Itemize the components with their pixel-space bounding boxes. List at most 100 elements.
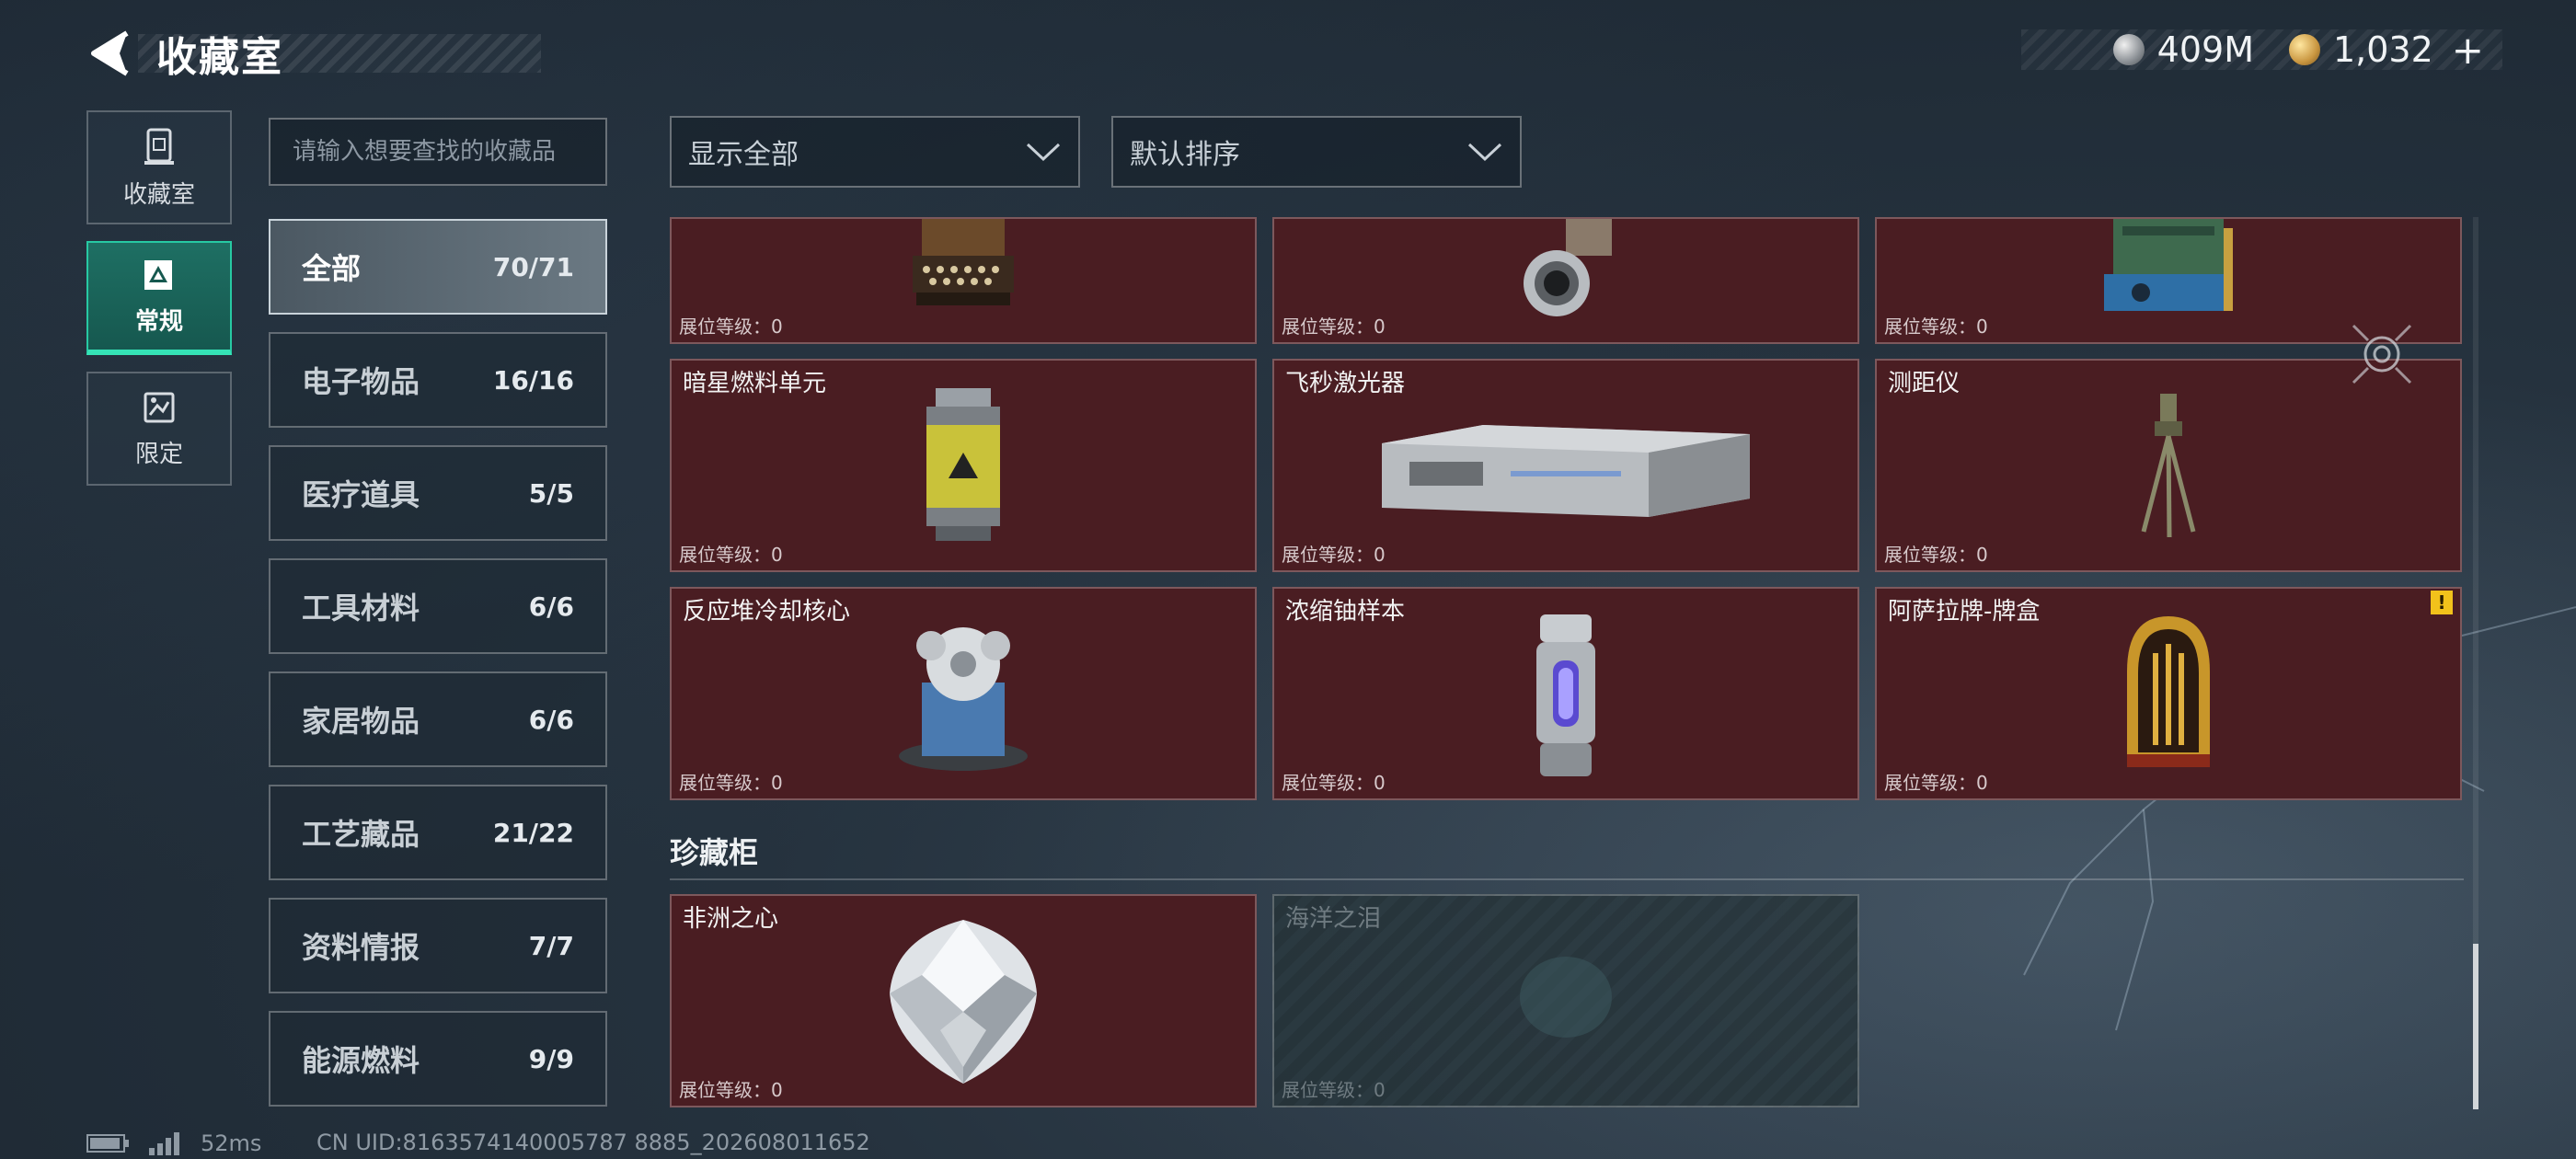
filter-show-value: 显示全部 (688, 139, 799, 171)
category-all[interactable]: 全部 70/71 (269, 219, 607, 315)
limited-icon (144, 392, 175, 422)
laser-case-icon (1382, 425, 1750, 517)
item-name: 反应堆冷却核心 (683, 598, 851, 625)
mode-tab-label: 限定 (134, 440, 183, 468)
currency-bar: 409M 1,032 + (2020, 28, 2502, 73)
category-crafts[interactable]: 工艺藏品 21/22 (269, 785, 607, 880)
silver-coin-icon (2112, 34, 2145, 65)
gold-currency-value: 1,032 (2333, 29, 2433, 70)
mode-tab-regular[interactable]: 常规 (86, 241, 232, 355)
crosshair-icon[interactable] (2352, 324, 2412, 384)
scroll-thumb[interactable] (2473, 944, 2478, 1109)
booth-level: 展位等级：0 (1884, 316, 1988, 338)
category-count: 6/6 (528, 591, 574, 622)
booth-level: 展位等级：0 (679, 316, 783, 338)
gold-coin-icon (2289, 34, 2320, 65)
category-count: 6/6 (528, 704, 574, 735)
chevron-down-icon (1026, 143, 1061, 162)
fuel-canister-icon (926, 388, 1000, 541)
booth-level: 展位等级：0 (1884, 772, 1988, 794)
diamond-icon (890, 920, 1037, 1084)
treasure-item-card[interactable]: 非洲之心 展位等级：0 (670, 894, 1257, 1107)
category-energy[interactable]: 能源燃料 9/9 (269, 1011, 607, 1107)
ping-value: 52ms (201, 1130, 262, 1156)
item-name: 飞秒激光器 (1285, 370, 1406, 397)
item-name: 浓缩铀样本 (1285, 598, 1406, 625)
add-currency-button[interactable]: + (2452, 28, 2484, 73)
category-name: 能源燃料 (302, 1043, 420, 1078)
category-name: 全部 (302, 251, 362, 286)
category-count: 9/9 (528, 1043, 574, 1074)
category-medical[interactable]: 医疗道具 5/5 (269, 445, 607, 541)
item-name: 阿萨拉牌-牌盒 (1888, 598, 2041, 625)
lens-device-icon (1524, 219, 1612, 316)
battery-icon (86, 1134, 129, 1153)
category-name: 电子物品 (302, 364, 420, 399)
item-name: 海洋之泪 (1285, 905, 1382, 933)
booth-level: 展位等级：0 (1282, 1079, 1386, 1101)
mode-tab-label: 收藏室 (122, 180, 195, 209)
item-card[interactable]: 阿萨拉牌-牌盒 ! 展位等级：0 (1875, 587, 2462, 800)
booth-level: 展位等级：0 (1282, 316, 1386, 338)
uranium-capsule-icon (1536, 614, 1595, 776)
category-count: 7/7 (528, 930, 574, 961)
status-footer: 52ms (86, 1130, 261, 1157)
item-name: 暗星燃料单元 (683, 370, 827, 397)
typewriter-icon (913, 219, 1014, 305)
search-input[interactable] (269, 118, 607, 186)
item-card[interactable]: 测距仪 展位等级：0 (1875, 359, 2462, 572)
silver-currency-value: 409M (2156, 29, 2254, 70)
category-intel[interactable]: 资料情报 7/7 (269, 898, 607, 993)
item-card[interactable]: 展位等级：0 (1272, 217, 1859, 344)
tripod-rangefinder-icon (2141, 394, 2196, 538)
category-tools[interactable]: 工具材料 6/6 (269, 558, 607, 654)
uid-text: CN UID:8163574140005787 8885_20260801165… (316, 1130, 870, 1155)
booth-level: 展位等级：0 (1282, 772, 1386, 794)
category-count: 21/22 (492, 817, 574, 848)
back-arrow-icon (91, 30, 129, 76)
item-card[interactable]: 浓缩铀样本 展位等级：0 (1272, 587, 1859, 800)
booth-level: 展位等级：0 (679, 1079, 783, 1101)
item-name: 非洲之心 (683, 905, 779, 933)
treasure-item-card-locked[interactable]: 海洋之泪 展位等级：0 (1272, 894, 1859, 1107)
back-button[interactable] (83, 26, 138, 81)
sort-value: 默认排序 (1130, 139, 1240, 171)
item-card[interactable]: 飞秒激光器 展位等级：0 (1272, 359, 1859, 572)
chevron-down-icon (1467, 143, 1502, 162)
item-name: 测距仪 (1888, 370, 1961, 397)
card-box-icon (2127, 616, 2210, 767)
sort-dropdown[interactable]: 默认排序 (1111, 116, 1522, 188)
item-card[interactable]: 暗星燃料单元 展位等级：0 (670, 359, 1257, 572)
collection-room-icon (144, 128, 174, 165)
header: 收藏室 (83, 26, 541, 81)
category-household[interactable]: 家居物品 6/6 (269, 671, 607, 767)
category-name: 工艺藏品 (302, 817, 420, 852)
booth-level: 展位等级：0 (1282, 544, 1386, 566)
filter-show-dropdown[interactable]: 显示全部 (670, 116, 1080, 188)
signal-icon (149, 1132, 179, 1155)
section-divider (670, 878, 2464, 880)
booth-level: 展位等级：0 (1884, 544, 1988, 566)
reactor-core-icon (899, 627, 1028, 771)
booth-level: 展位等级：0 (679, 544, 783, 566)
mode-tab-collection-room[interactable]: 收藏室 (86, 110, 232, 224)
page-title: 收藏室 (156, 34, 283, 81)
category-name: 家居物品 (302, 704, 420, 739)
regular-icon (144, 259, 172, 290)
tear-gem-icon (1520, 957, 1612, 1038)
section-title-treasure: 珍藏柜 (670, 835, 759, 870)
category-count: 70/71 (492, 251, 574, 282)
booth-level: 展位等级：0 (679, 772, 783, 794)
scrollbar[interactable] (2473, 217, 2478, 1109)
category-name: 资料情报 (302, 930, 420, 965)
item-card[interactable]: 反应堆冷却核心 展位等级：0 (670, 587, 1257, 800)
category-count: 5/5 (528, 477, 574, 509)
alert-badge: ! (2431, 591, 2453, 614)
mode-tab-limited[interactable]: 限定 (86, 372, 232, 486)
machine-icon (2104, 219, 2233, 311)
category-electronics[interactable]: 电子物品 16/16 (269, 332, 607, 428)
item-card[interactable]: 展位等级：0 (670, 217, 1257, 344)
title-bar: 收藏室 (138, 34, 541, 81)
category-name: 工具材料 (302, 591, 420, 625)
mode-tab-label: 常规 (134, 307, 183, 336)
